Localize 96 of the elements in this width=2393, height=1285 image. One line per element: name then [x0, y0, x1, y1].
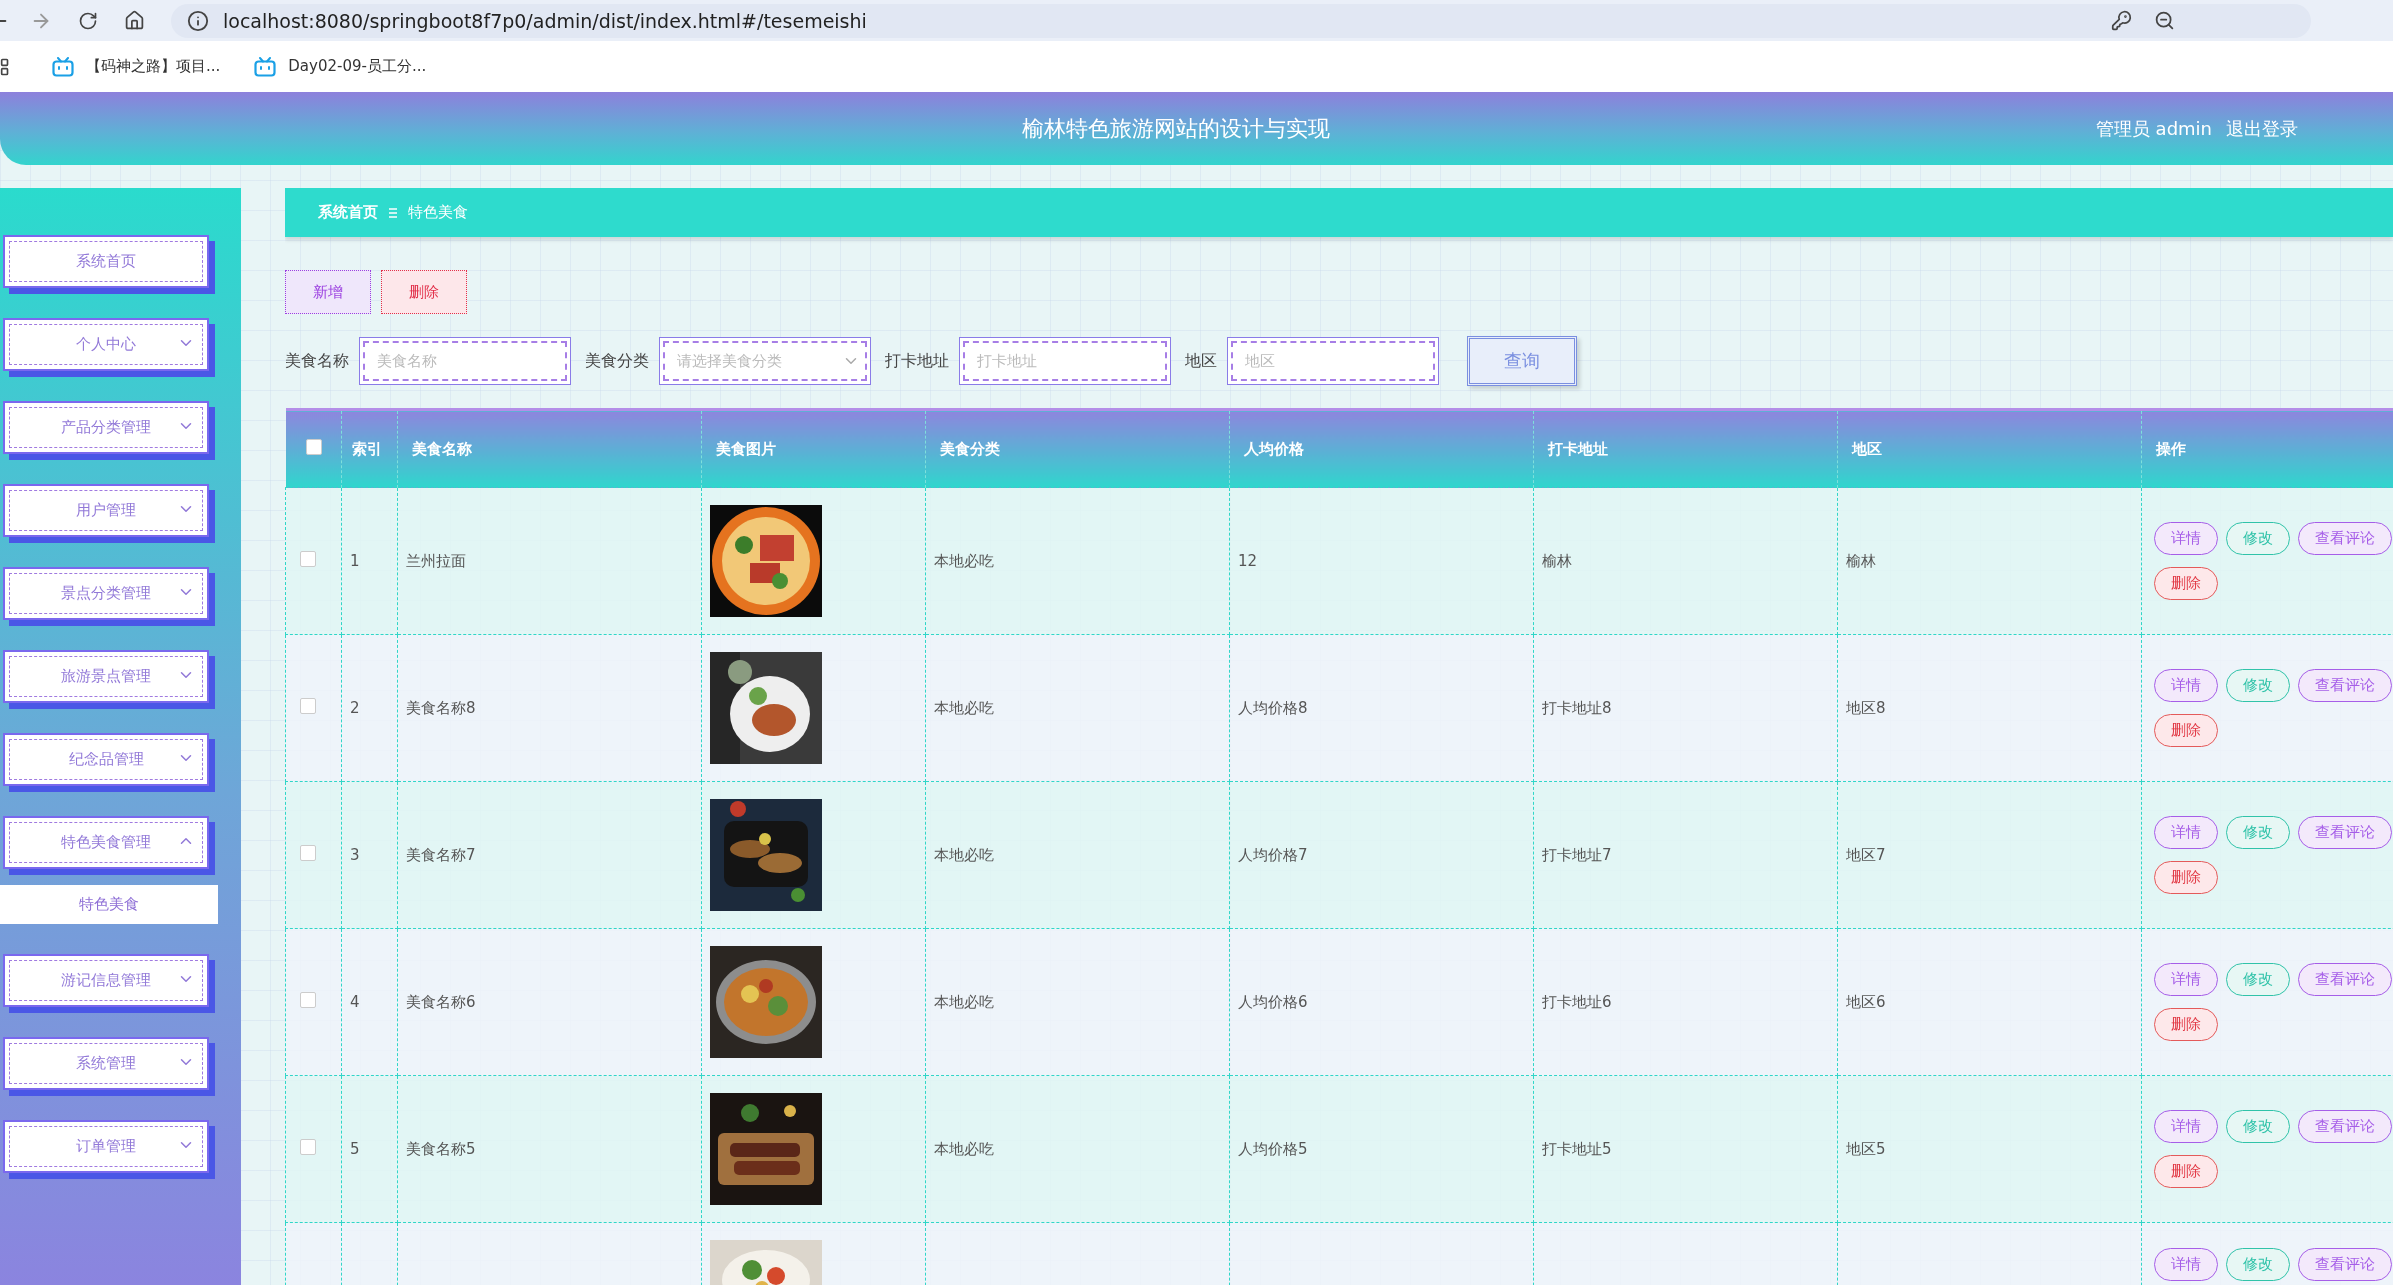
table-cell: 榆林 [1846, 551, 1876, 570]
edit-button[interactable]: 修改 [2226, 1248, 2290, 1281]
table-cell: 本地必吃 [934, 551, 994, 570]
bookmark[interactable]: Day02-09-员工分... [254, 56, 427, 77]
table-cell: 美食名称5 [406, 1139, 476, 1158]
comments-button[interactable]: 查看评论 [2298, 522, 2392, 555]
field-label: 地区 [1185, 350, 1217, 372]
edit-button[interactable]: 修改 [2226, 522, 2290, 555]
url-text: localhost:8080/springboot8f7p0/admin/dist/index.html#/tesemeishi [223, 9, 867, 32]
checkbox[interactable] [305, 439, 322, 455]
detail-button[interactable]: 详情 [2154, 963, 2218, 996]
user-label: 管理员 admin [2095, 116, 2212, 141]
table-cell: 3 [350, 846, 360, 864]
table-cell: 本地必吃 [934, 845, 994, 864]
table-cell: 本地必吃 [934, 992, 994, 1011]
address-bar[interactable]: localhost:8080/springboot8f7p0/admin/dist/index.html#/tesemeishi [171, 3, 2311, 38]
column-header: 索引 [341, 409, 398, 488]
table-cell: 人均价格6 [1238, 992, 1308, 1011]
table-cell: 打卡地址7 [1542, 845, 1612, 864]
table-cell: 地区8 [1846, 698, 1886, 717]
table-cell: 打卡地址8 [1542, 698, 1612, 717]
column-header: 美食名称 [397, 409, 702, 488]
zoom-out-icon[interactable] [2154, 10, 2175, 31]
comments-button[interactable]: 查看评论 [2298, 1110, 2392, 1143]
input-field[interactable]: 打卡地址 [959, 337, 1171, 385]
table-cell: 打卡地址6 [1542, 992, 1612, 1011]
delete-button[interactable]: 删除 [2154, 1155, 2218, 1188]
comments-button[interactable]: 查看评论 [2298, 816, 2392, 849]
table-cell: 地区5 [1846, 1139, 1886, 1158]
checkbox[interactable] [300, 992, 316, 1008]
site-title: 榆林特色旅游网站的设计与实现 [1020, 114, 1331, 143]
table-cell: 地区6 [1846, 992, 1886, 1011]
column-header: 美食图片 [701, 409, 926, 488]
reload-icon[interactable] [78, 10, 98, 31]
select-field[interactable]: 请选择美食分类 [659, 337, 871, 385]
table-cell: 5 [350, 1140, 360, 1158]
table-cell: 美食名称7 [406, 845, 476, 864]
delete-button[interactable]: 删除 [2154, 861, 2218, 894]
checkbox[interactable] [300, 845, 316, 861]
input-field[interactable]: 地区 [1227, 337, 1439, 385]
table-cell: 本地必吃 [934, 698, 994, 717]
delete-button[interactable]: 删除 [2154, 567, 2218, 600]
home-icon[interactable] [124, 10, 145, 31]
column-header: 美食分类 [925, 409, 1230, 488]
key-icon[interactable] [2111, 10, 2132, 31]
delete-button[interactable]: 删除 [381, 270, 467, 314]
delete-button[interactable]: 删除 [2154, 1008, 2218, 1041]
field-label: 打卡地址 [885, 350, 949, 372]
table-cell: 兰州拉面 [406, 551, 466, 570]
column-header: 打卡地址 [1533, 409, 1838, 488]
edit-button[interactable]: 修改 [2226, 1110, 2290, 1143]
info-icon[interactable] [187, 9, 209, 32]
table-cell: 12 [1238, 552, 1258, 570]
detail-button[interactable]: 详情 [2154, 669, 2218, 702]
table-cell: 打卡地址5 [1542, 1139, 1612, 1158]
comments-button[interactable]: 查看评论 [2298, 963, 2392, 996]
checkbox[interactable] [300, 698, 316, 714]
table-cell: 1 [350, 552, 360, 570]
comments-button[interactable]: 查看评论 [2298, 669, 2392, 702]
table-cell: 榆林 [1542, 551, 1572, 570]
column-header: 地区 [1837, 409, 2142, 488]
column-header: 操作 [2141, 409, 2393, 488]
tv-icon [52, 56, 74, 77]
checkbox[interactable] [300, 1139, 316, 1155]
comments-button[interactable]: 查看评论 [2298, 1248, 2392, 1281]
add-button[interactable]: 新增 [285, 270, 371, 314]
table-cell: 人均价格7 [1238, 845, 1308, 864]
bookmark[interactable]: 【码神之路】项目... [52, 56, 221, 77]
table-cell: 地区7 [1846, 845, 1886, 864]
table-cell: 2 [350, 699, 360, 717]
submenu-item[interactable]: 特色美食 [0, 885, 218, 924]
table-cell: 4 [350, 993, 360, 1011]
tv-icon [254, 56, 277, 77]
detail-button[interactable]: 详情 [2154, 816, 2218, 849]
field-label: 美食名称 [285, 350, 349, 372]
search-button[interactable]: 查询 [1467, 336, 1577, 386]
checkbox[interactable] [300, 551, 316, 567]
detail-button[interactable]: 详情 [2154, 1248, 2218, 1281]
bookmark-label: Day02-09-员工分... [288, 57, 427, 76]
table-cell: 美食名称8 [406, 698, 476, 717]
menu-icon [388, 206, 398, 219]
edit-button[interactable]: 修改 [2226, 963, 2290, 996]
table-cell: 美食名称6 [406, 992, 476, 1011]
table-cell: 人均价格5 [1238, 1139, 1308, 1158]
detail-button[interactable]: 详情 [2154, 1110, 2218, 1143]
logout-link[interactable]: 退出登录 [2226, 116, 2298, 141]
edit-button[interactable]: 修改 [2226, 669, 2290, 702]
column-header: 人均价格 [1229, 409, 1534, 488]
edit-button[interactable]: 修改 [2226, 816, 2290, 849]
table-cell: 人均价格8 [1238, 698, 1308, 717]
input-field[interactable]: 美食名称 [359, 337, 571, 385]
delete-button[interactable]: 删除 [2154, 714, 2218, 747]
table-cell: 本地必吃 [934, 1139, 994, 1158]
bookmark-label: 【码神之路】项目... [86, 57, 221, 76]
field-label: 美食分类 [585, 350, 649, 372]
detail-button[interactable]: 详情 [2154, 522, 2218, 555]
